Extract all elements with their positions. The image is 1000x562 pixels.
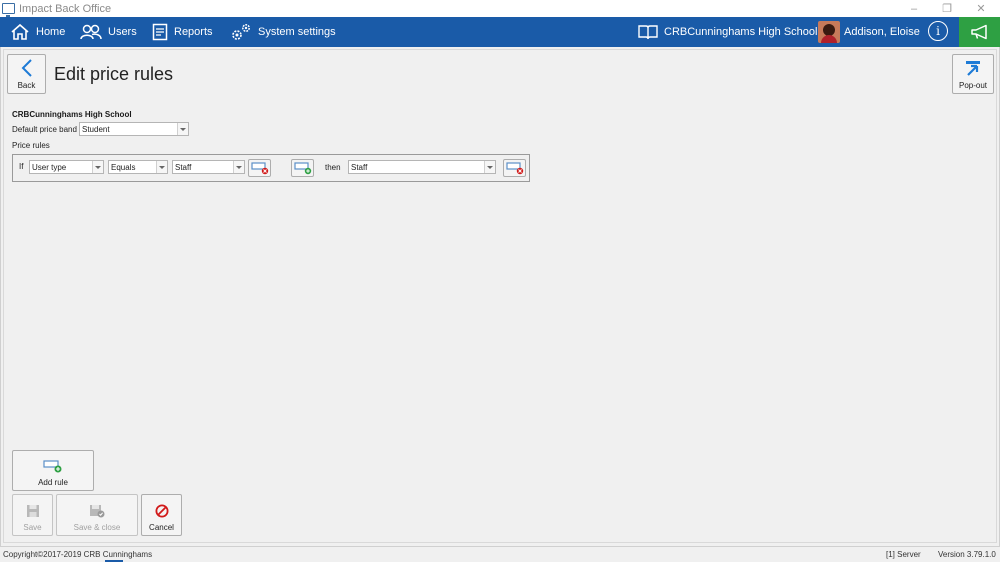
add-rule-label: Add rule [38, 478, 68, 487]
home-icon [11, 23, 29, 40]
default-price-band-value: Student [82, 124, 110, 134]
rule-operator-select[interactable]: Equals [108, 160, 168, 174]
cancel-icon [155, 504, 168, 518]
popout-icon [966, 61, 980, 76]
back-label: Back [17, 81, 36, 90]
add-icon [293, 162, 311, 175]
rule-compare-value: Staff [175, 162, 192, 172]
rule-result-select[interactable]: Staff [348, 160, 496, 174]
users-icon [80, 24, 102, 40]
chevron-down-icon[interactable] [177, 123, 188, 135]
price-rule-row: If User type Equals Staff then Staff [12, 154, 530, 182]
nav-home-label: Home [36, 26, 66, 38]
status-bar: Copyright©2017-2019 CRB Cunninghams [1] … [0, 546, 1000, 562]
announcement-button[interactable] [959, 17, 1000, 47]
cancel-label: Cancel [149, 523, 174, 532]
cancel-button[interactable]: Cancel [141, 494, 182, 536]
default-price-band-select[interactable]: Student [79, 122, 189, 136]
info-button[interactable]: i [928, 21, 948, 41]
chevron-down-icon[interactable] [92, 161, 103, 173]
remove-icon [505, 162, 523, 175]
chevron-down-icon[interactable] [233, 161, 244, 173]
rule-result-value: Staff [351, 162, 368, 172]
rule-field-value: User type [32, 162, 67, 172]
nav-reports-label: Reports [174, 26, 213, 38]
main-panel: Back Edit price rules Pop-out CRBCunning… [0, 47, 1000, 546]
back-button[interactable]: Back [7, 54, 46, 94]
window-titlebar: Impact Back Office – ❐ ✕ [0, 0, 1000, 17]
user-name: Addison, Eloise [844, 26, 920, 38]
remove-rule-button[interactable] [503, 159, 526, 177]
add-rule-icon [43, 460, 62, 473]
default-price-band-label: Default price band [12, 125, 77, 134]
add-condition-button[interactable] [291, 159, 314, 177]
copyright-text: Copyright©2017-2019 CRB Cunninghams [3, 550, 153, 559]
save-and-close-button[interactable]: Save & close [56, 494, 138, 536]
save-icon [26, 505, 39, 517]
book-icon [638, 25, 658, 40]
close-window-button[interactable]: ✕ [964, 0, 998, 17]
chevron-down-icon[interactable] [156, 161, 167, 173]
remove-condition-button[interactable] [248, 159, 271, 177]
save-close-icon [90, 505, 105, 518]
school-name: CRBCunninghams High School [664, 26, 818, 38]
megaphone-icon [970, 24, 987, 40]
school-selector[interactable]: CRBCunninghams High School [638, 17, 817, 47]
minimize-button[interactable]: – [897, 0, 931, 17]
nav-system-settings[interactable]: System settings [230, 17, 336, 47]
rule-if-label: If [19, 162, 24, 171]
save-button[interactable]: Save [12, 494, 53, 536]
page-title: Edit price rules [54, 64, 174, 84]
price-rules-label: Price rules [12, 141, 50, 150]
save-label: Save [23, 523, 42, 532]
remove-icon [250, 162, 268, 175]
top-navbar: Home Users Reports System settings CRBCu… [0, 17, 1000, 47]
reports-icon [152, 23, 168, 41]
rule-field-select[interactable]: User type [29, 160, 104, 174]
nav-home[interactable]: Home [10, 17, 65, 47]
window-title: Impact Back Office [19, 2, 112, 15]
server-status: [1] Server [886, 550, 921, 559]
gears-icon [232, 24, 250, 40]
user-menu[interactable]: Addison, Eloise [818, 17, 920, 47]
nav-users-label: Users [108, 26, 137, 38]
chevron-down-icon[interactable] [484, 161, 495, 173]
restore-button[interactable]: ❐ [930, 0, 964, 17]
popout-label: Pop-out [958, 81, 988, 90]
save-close-label: Save & close [73, 523, 121, 532]
back-arrow-icon [21, 59, 32, 77]
nav-reports[interactable]: Reports [152, 17, 213, 47]
popout-button[interactable]: Pop-out [952, 54, 994, 94]
monitor-icon [2, 3, 15, 17]
rule-operator-value: Equals [111, 162, 136, 172]
school-heading: CRBCunninghams High School [12, 110, 132, 119]
rule-compare-select[interactable]: Staff [172, 160, 245, 174]
version-text: Version 3.79.1.0 [938, 550, 996, 559]
avatar [818, 21, 840, 43]
nav-system-settings-label: System settings [258, 26, 336, 38]
add-rule-button[interactable]: Add rule [12, 450, 94, 491]
rule-then-label: then [325, 163, 341, 172]
nav-users[interactable]: Users [80, 17, 137, 47]
